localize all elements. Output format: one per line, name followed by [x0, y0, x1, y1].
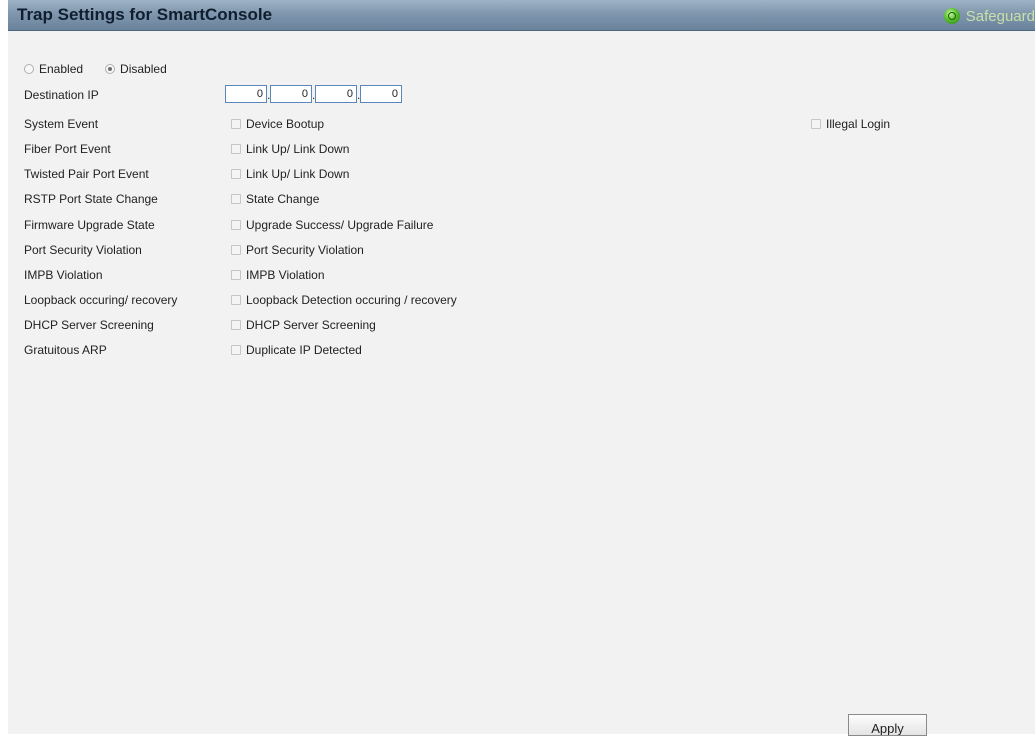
trap-state-radio-group: Enabled Disabled — [24, 62, 189, 76]
event-label: System Event — [24, 117, 99, 131]
enabled-radio-label[interactable]: Enabled — [39, 62, 83, 76]
event-checkbox[interactable] — [231, 295, 241, 305]
event-label: Loopback occuring/ recovery — [24, 293, 178, 307]
illegal-login-option: Illegal Login — [811, 117, 890, 131]
destination-ip-label: Destination IP — [24, 88, 99, 102]
event-label: RSTP Port State Change — [24, 192, 158, 206]
event-label: DHCP Server Screening — [24, 318, 154, 332]
event-label: Firmware Upgrade State — [24, 218, 155, 232]
event-option: Loopback Detection occuring / recovery — [231, 293, 457, 307]
event-option: DHCP Server Screening — [231, 318, 376, 332]
event-option-label: Port Security Violation — [246, 243, 364, 257]
ip-octet-1[interactable]: 0 — [225, 85, 267, 103]
event-option: Device Bootup — [231, 117, 324, 131]
event-option-label: IMPB Violation — [246, 268, 325, 282]
event-checkbox[interactable] — [231, 270, 241, 280]
illegal-login-checkbox[interactable] — [811, 119, 821, 129]
event-checkbox[interactable] — [231, 144, 241, 154]
event-option-label: Link Up/ Link Down — [246, 142, 350, 156]
event-option-label: State Change — [246, 192, 320, 206]
event-option-label: Duplicate IP Detected — [246, 343, 362, 357]
disabled-radio-label[interactable]: Disabled — [120, 62, 167, 76]
title-bar: Trap Settings for SmartConsole Safeguard — [8, 0, 1035, 31]
event-option-label: Loopback Detection occuring / recovery — [246, 293, 457, 307]
disabled-radio[interactable] — [105, 64, 116, 74]
event-option: Duplicate IP Detected — [231, 343, 362, 357]
safeguard-label: Safeguard — [965, 7, 1035, 25]
safeguard-icon — [943, 8, 960, 24]
event-checkbox[interactable] — [231, 345, 241, 355]
event-label: Fiber Port Event — [24, 142, 111, 156]
event-option-label: DHCP Server Screening — [246, 318, 376, 332]
event-option-label: Link Up/ Link Down — [246, 167, 350, 181]
event-checkbox[interactable] — [231, 320, 241, 330]
event-checkbox[interactable] — [231, 245, 241, 255]
ip-octet-2[interactable]: 0 — [270, 85, 312, 103]
apply-button[interactable]: Apply — [848, 714, 927, 736]
event-option-label: Upgrade Success/ Upgrade Failure — [246, 218, 434, 232]
ip-octet-3[interactable]: 0 — [315, 85, 357, 103]
event-label: IMPB Violation — [24, 268, 103, 282]
event-option: Upgrade Success/ Upgrade Failure — [231, 218, 433, 232]
event-option: IMPB Violation — [231, 268, 325, 282]
event-option: Link Up/ Link Down — [231, 167, 349, 181]
event-checkbox[interactable] — [231, 169, 241, 179]
destination-ip-input: 0 . 0 . 0 . 0 — [225, 85, 402, 103]
illegal-login-label: Illegal Login — [826, 117, 891, 131]
event-checkbox[interactable] — [231, 220, 241, 230]
page-frame: Trap Settings for SmartConsole Safeguard… — [0, 0, 1035, 736]
event-option: Port Security Violation — [231, 243, 364, 257]
enabled-radio[interactable] — [24, 64, 34, 74]
page-title: Trap Settings for SmartConsole — [17, 5, 273, 24]
event-label: Twisted Pair Port Event — [24, 167, 149, 181]
event-label: Gratuitous ARP — [24, 343, 107, 357]
ip-octet-4[interactable]: 0 — [360, 85, 402, 103]
event-label: Port Security Violation — [24, 243, 142, 257]
event-checkbox[interactable] — [231, 194, 241, 204]
event-checkbox[interactable] — [231, 119, 241, 129]
event-option: State Change — [231, 192, 319, 206]
safeguard-indicator[interactable]: Safeguard — [943, 6, 1035, 26]
settings-panel — [8, 0, 1035, 734]
event-option: Link Up/ Link Down — [231, 142, 349, 156]
event-option-label: Device Bootup — [246, 117, 325, 131]
